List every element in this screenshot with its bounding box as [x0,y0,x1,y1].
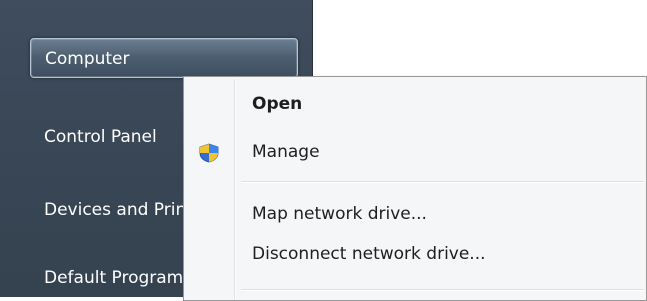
menu-item-label: Manage [252,142,320,162]
context-menu: Open Manage Map network drive... Disconn… [183,76,647,301]
menu-item-label: Map network drive... [252,204,427,224]
menu-item-manage[interactable]: Manage [186,135,644,169]
start-item-computer[interactable]: Computer [30,38,298,78]
menu-separator [241,289,644,291]
menu-item-label: Disconnect network drive... [252,244,486,264]
menu-separator [241,181,644,183]
uac-shield-icon [199,143,219,163]
menu-item-disconnect-network-drive[interactable]: Disconnect network drive... [186,237,644,271]
start-item-label: Computer [45,49,130,69]
menu-item-map-network-drive[interactable]: Map network drive... [186,197,644,231]
menu-item-open[interactable]: Open [186,87,644,121]
start-item-label: Control Panel [44,127,157,147]
menu-item-label: Open [252,94,303,114]
start-item-label: Default Programs [44,268,193,288]
